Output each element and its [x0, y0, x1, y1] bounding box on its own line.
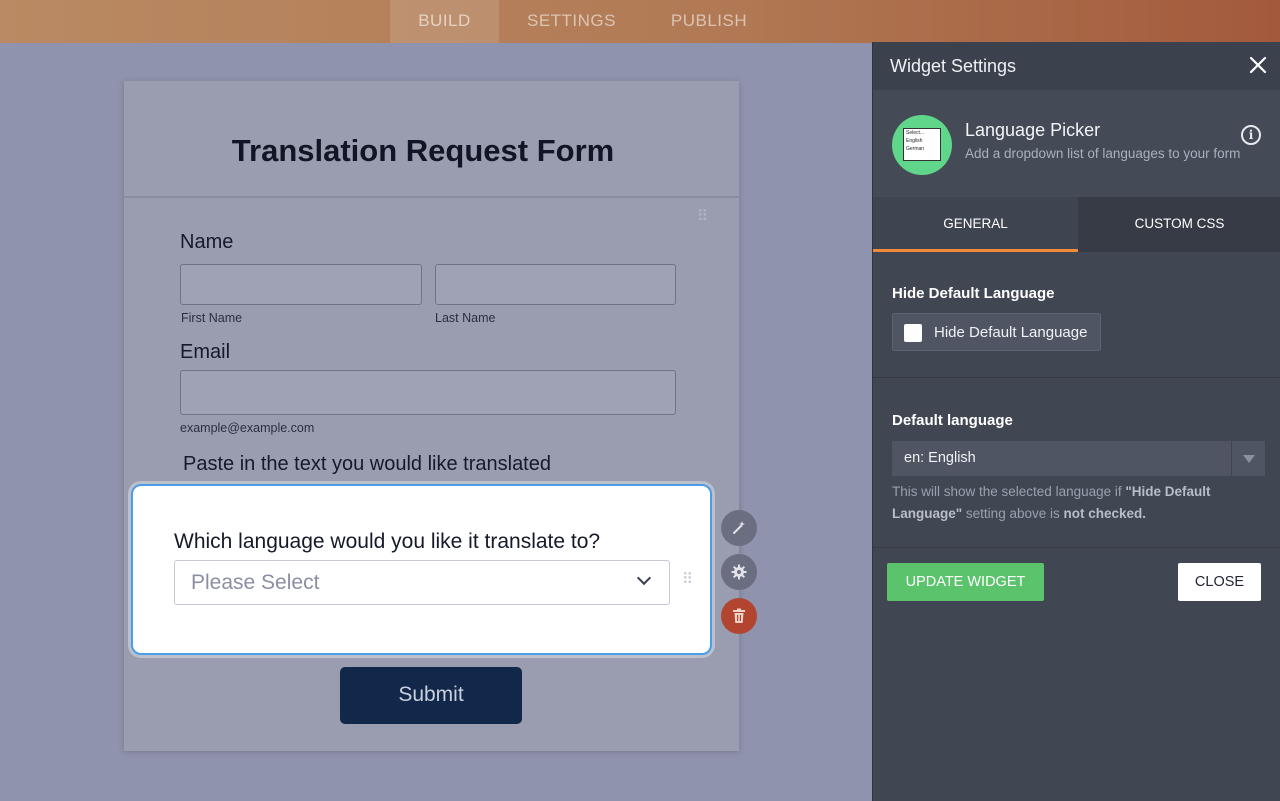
submit-button[interactable]: Submit: [340, 667, 522, 724]
name-label: Name: [180, 231, 234, 253]
tab-custom-css[interactable]: CUSTOM CSS: [1078, 197, 1280, 252]
top-nav-bar: BUILD SETTINGS PUBLISH: [0, 0, 1280, 43]
delete-button[interactable]: [721, 598, 757, 634]
mini-list-line: English: [906, 138, 923, 144]
language-select[interactable]: Please Select: [174, 560, 670, 605]
last-name-sublabel: Last Name: [435, 311, 496, 325]
help-text-part: This will show the selected language if: [892, 484, 1126, 499]
close-icon[interactable]: [1247, 54, 1269, 76]
first-name-input[interactable]: [180, 264, 422, 305]
panel-title: Widget Settings: [890, 56, 1017, 76]
help-text-part: setting above is: [962, 506, 1064, 521]
mini-list-line: German: [906, 146, 925, 152]
email-sublabel: example@example.com: [180, 421, 315, 435]
hide-default-language-toggle[interactable]: Hide Default Language: [892, 313, 1101, 351]
email-input[interactable]: [180, 370, 676, 415]
update-widget-button[interactable]: UPDATE WIDGET: [887, 563, 1044, 601]
first-name-sublabel: First Name: [181, 311, 243, 325]
help-text-bold: not checked.: [1063, 506, 1147, 521]
divider: [873, 547, 1280, 548]
default-language-title: Default language: [892, 412, 1013, 429]
tab-build[interactable]: BUILD: [390, 0, 499, 43]
default-language-value: en: English: [904, 450, 976, 466]
paste-text-label: Paste in the text you would like transla…: [183, 453, 551, 475]
magic-wand-icon: [733, 521, 745, 534]
language-picker-icon: Select... English German: [892, 115, 952, 175]
chevron-down-icon: [636, 570, 652, 586]
hide-default-language-title: Hide Default Language: [892, 285, 1055, 302]
language-picker-widget[interactable]: Which language would you like it transla…: [131, 484, 712, 655]
panel-tabs: GENERAL CUSTOM CSS: [873, 197, 1280, 252]
drag-handle-icon[interactable]: ⠿: [697, 209, 709, 224]
tab-settings[interactable]: SETTINGS: [509, 0, 634, 43]
drag-handle-icon[interactable]: ⠿: [682, 572, 694, 587]
trash-icon: [733, 608, 745, 623]
last-name-input[interactable]: [435, 264, 676, 305]
wand-button[interactable]: [721, 510, 757, 546]
toggle-label: Hide Default Language: [934, 324, 1088, 341]
form-title: Translation Request Form: [231, 133, 615, 168]
widget-info: Select... English German Language Picker…: [873, 90, 1280, 197]
select-placeholder: Please Select: [191, 571, 320, 594]
mini-list-graphic: Select... English German: [903, 128, 941, 161]
divider: [873, 377, 1280, 378]
caret-down-icon: [1243, 455, 1255, 463]
gear-button[interactable]: [721, 554, 757, 590]
gear-icon: [731, 564, 747, 580]
widget-settings-panel: Widget Settings Select... English German…: [872, 42, 1280, 801]
tab-publish[interactable]: PUBLISH: [650, 0, 768, 43]
close-button[interactable]: CLOSE: [1178, 563, 1261, 601]
default-language-help: This will show the selected language if …: [892, 481, 1257, 525]
checkbox[interactable]: [904, 324, 922, 342]
info-icon[interactable]: i: [1241, 125, 1261, 145]
mini-list-line: Select...: [906, 130, 925, 136]
dropdown-arrow[interactable]: [1231, 441, 1265, 476]
tab-general[interactable]: GENERAL: [873, 197, 1078, 252]
email-label: Email: [180, 341, 231, 363]
panel-header: Widget Settings: [873, 42, 1280, 90]
form-header[interactable]: Translation Request Form: [124, 81, 739, 198]
widget-name: Language Picker: [965, 120, 1101, 140]
default-language-select[interactable]: en: English: [892, 441, 1265, 476]
widget-question-label: Which language would you like it transla…: [174, 530, 601, 553]
widget-description: Add a dropdown list of languages to your…: [965, 146, 1241, 161]
